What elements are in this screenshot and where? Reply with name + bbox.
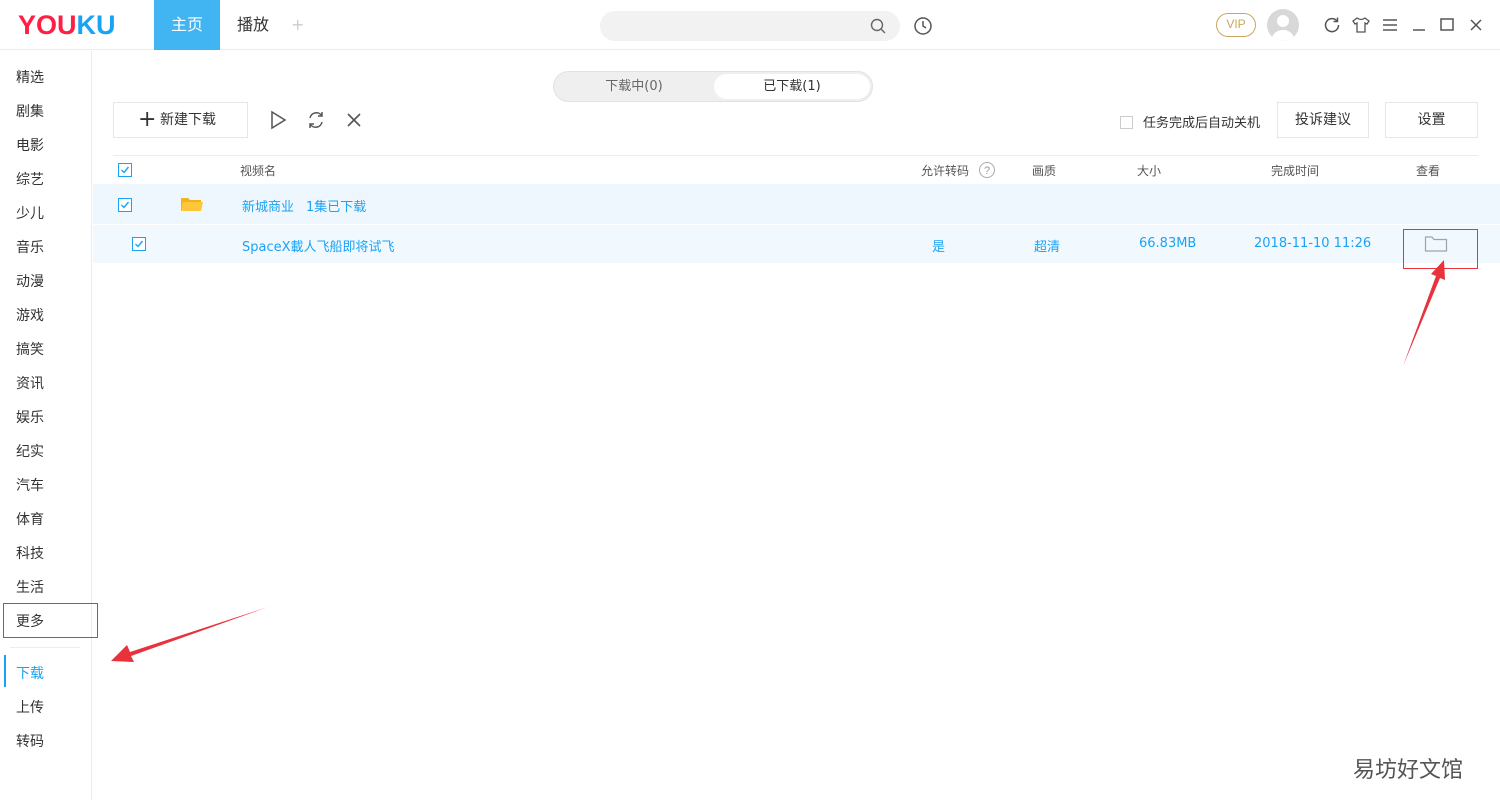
arrow-to-download	[111, 607, 268, 662]
arrow-to-view-folder	[1403, 260, 1445, 366]
watermark: 易坊好文馆	[1353, 758, 1464, 783]
annotation-arrows	[111, 260, 1445, 662]
